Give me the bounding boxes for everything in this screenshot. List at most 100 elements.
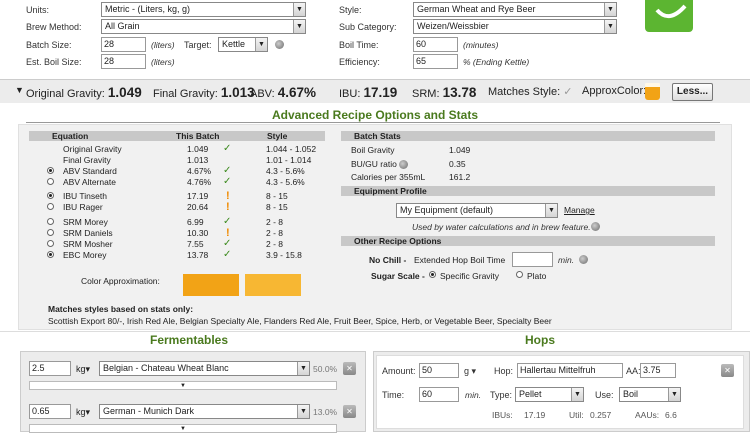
dropdown-arrow-icon: ▼ bbox=[297, 362, 309, 375]
boil-gravity-label: Boil Gravity bbox=[351, 145, 395, 155]
hop-util-value: 0.257 bbox=[590, 410, 612, 420]
bugu-ratio-label: BU/GU ratio bbox=[351, 159, 409, 170]
divider bbox=[0, 331, 750, 332]
fermentable-amount-input[interactable]: 0.65 bbox=[29, 404, 71, 419]
equipment-select[interactable]: My Equipment (default) ▼ bbox=[396, 203, 558, 218]
less-button[interactable]: Less... bbox=[672, 83, 713, 101]
equation-radio[interactable] bbox=[47, 251, 54, 258]
warning-icon: ! bbox=[226, 201, 230, 213]
style-select[interactable]: German Wheat and Rye Beer ▼ bbox=[413, 2, 617, 17]
batch-size-unit: (liters) bbox=[151, 40, 175, 50]
boil-time-unit: (minutes) bbox=[463, 40, 499, 50]
equation-radio[interactable] bbox=[47, 218, 54, 225]
equation-radio[interactable] bbox=[47, 192, 54, 199]
hop-time-unit: min. bbox=[465, 390, 482, 400]
boil-time-input[interactable]: 60 bbox=[413, 37, 458, 52]
hop-label: Hop: bbox=[494, 366, 514, 376]
remove-fermentable-button[interactable]: ✕ bbox=[343, 362, 356, 375]
bugu-ratio-value: 0.35 bbox=[449, 159, 466, 169]
batch-size-input[interactable]: 28 bbox=[101, 37, 146, 52]
subcategory-value: Weizen/Weissbier bbox=[417, 21, 489, 31]
srm-value: 13.78 bbox=[442, 85, 477, 100]
remove-fermentable-button[interactable]: ✕ bbox=[343, 405, 356, 418]
equation-style-range: 4.3 - 5.6% bbox=[266, 166, 305, 176]
hop-use-select[interactable]: Boil ▼ bbox=[619, 387, 681, 402]
hop-entry: Amount: 50 g ▾ Hop: Hallertau Mittelfruh… bbox=[376, 355, 744, 429]
equation-label: Final Gravity bbox=[63, 155, 111, 165]
efficiency-label: Efficiency: bbox=[339, 57, 380, 67]
help-icon[interactable] bbox=[275, 40, 284, 49]
efficiency-input[interactable]: 65 bbox=[413, 54, 458, 69]
equation-label: IBU Rager bbox=[63, 202, 103, 212]
manage-link[interactable]: Manage bbox=[564, 205, 595, 215]
help-icon[interactable] bbox=[399, 160, 409, 170]
hop-time-input[interactable]: 60 bbox=[419, 387, 459, 402]
fermentable-select[interactable]: German - Munich Dark ▼ bbox=[99, 404, 310, 419]
help-icon[interactable] bbox=[579, 255, 588, 264]
specific-gravity-radio[interactable] bbox=[429, 271, 436, 278]
fermentable-name: German - Munich Dark bbox=[103, 406, 195, 416]
equation-batch-value: 17.19 bbox=[187, 191, 209, 201]
equation-radio[interactable] bbox=[47, 178, 54, 185]
hop-use-value: Boil bbox=[623, 389, 639, 399]
boil-size-unit: (liters) bbox=[151, 57, 175, 67]
equation-label: SRM Daniels bbox=[63, 228, 113, 238]
fermentable-unit-select[interactable]: kg▾ bbox=[76, 364, 90, 375]
units-label: Units: bbox=[26, 5, 50, 15]
units-select[interactable]: Metric - (Liters, kg, g) ▼ bbox=[101, 2, 306, 17]
brew-method-label: Brew Method: bbox=[26, 22, 82, 32]
equation-radio[interactable] bbox=[47, 240, 54, 247]
hop-amount-input[interactable]: 50 bbox=[419, 363, 459, 378]
equation-style-range: 1.044 - 1.052 bbox=[266, 144, 317, 154]
equation-header: Equation bbox=[52, 131, 89, 141]
aa-input[interactable]: 3.75 bbox=[640, 363, 676, 378]
hop-amount-unit-select[interactable]: g ▾ bbox=[464, 366, 476, 377]
abv-stat: ABV: 4.67% bbox=[250, 85, 316, 100]
approx-color-label: ApproxColor: bbox=[582, 85, 647, 97]
fermentable-percent: 13.0% bbox=[313, 407, 338, 417]
fermentable-name: Belgian - Chateau Wheat Blanc bbox=[103, 363, 229, 373]
extended-boil-input[interactable] bbox=[512, 252, 553, 267]
help-icon[interactable] bbox=[591, 222, 600, 231]
boil-size-input[interactable]: 28 bbox=[101, 54, 146, 69]
calories-value: 161.2 bbox=[449, 172, 471, 182]
equation-radio[interactable] bbox=[47, 229, 54, 236]
remove-hop-button[interactable]: ✕ bbox=[721, 364, 734, 377]
hop-amount-unit: g bbox=[464, 366, 470, 376]
collapse-triangle-icon[interactable]: ▼ bbox=[15, 85, 24, 95]
fermentable-unit: kg bbox=[76, 364, 86, 374]
equation-style-range: 8 - 15 bbox=[266, 191, 288, 201]
plato-radio[interactable] bbox=[516, 271, 523, 278]
equation-label: EBC Morey bbox=[63, 250, 107, 260]
fermentable-unit-select[interactable]: kg▾ bbox=[76, 407, 90, 418]
equation-style-range: 2 - 8 bbox=[266, 239, 284, 249]
dropdown-arrow-icon: ▼ bbox=[604, 20, 616, 33]
calories-label: Calories per 355mL bbox=[351, 172, 426, 182]
target-value: Kettle bbox=[222, 39, 246, 49]
sugar-scale-label: Sugar Scale - bbox=[371, 271, 425, 281]
equation-label: ABV Standard bbox=[63, 166, 117, 176]
fermentable-amount-input[interactable]: 2.5 bbox=[29, 361, 71, 376]
expand-fermentable-button[interactable]: ▼ bbox=[29, 381, 337, 390]
subcategory-select[interactable]: Weizen/Weissbier ▼ bbox=[413, 19, 617, 34]
units-value: Metric - (Liters, kg, g) bbox=[105, 4, 191, 14]
efficiency-unit: % (Ending Kettle) bbox=[463, 57, 530, 67]
equation-batch-value: 7.55 bbox=[187, 239, 204, 249]
checkmark-icon: ✓ bbox=[223, 165, 232, 176]
boil-time-label: Boil Time: bbox=[339, 40, 379, 50]
brew-method-select[interactable]: All Grain ▼ bbox=[101, 19, 306, 34]
dropdown-arrow-icon: ▼ bbox=[604, 3, 616, 16]
hop-type-select[interactable]: Pellet ▼ bbox=[515, 387, 584, 402]
equation-radio[interactable] bbox=[47, 203, 54, 210]
fermentable-select[interactable]: Belgian - Chateau Wheat Blanc ▼ bbox=[99, 361, 310, 376]
hop-name-input[interactable]: Hallertau Mittelfruh bbox=[517, 363, 623, 378]
equation-radio[interactable] bbox=[47, 167, 54, 174]
hop-type-value: Pellet bbox=[519, 389, 542, 399]
style-label: Style: bbox=[339, 5, 362, 15]
equipment-profile-header: Equipment Profile bbox=[341, 186, 715, 196]
target-select[interactable]: Kettle ▼ bbox=[218, 37, 268, 52]
hop-time-label: Time: bbox=[382, 390, 405, 400]
advanced-title: Advanced Recipe Options and Stats bbox=[271, 108, 479, 122]
batch-header: This Batch bbox=[176, 131, 220, 141]
style-header: Style bbox=[267, 131, 288, 141]
